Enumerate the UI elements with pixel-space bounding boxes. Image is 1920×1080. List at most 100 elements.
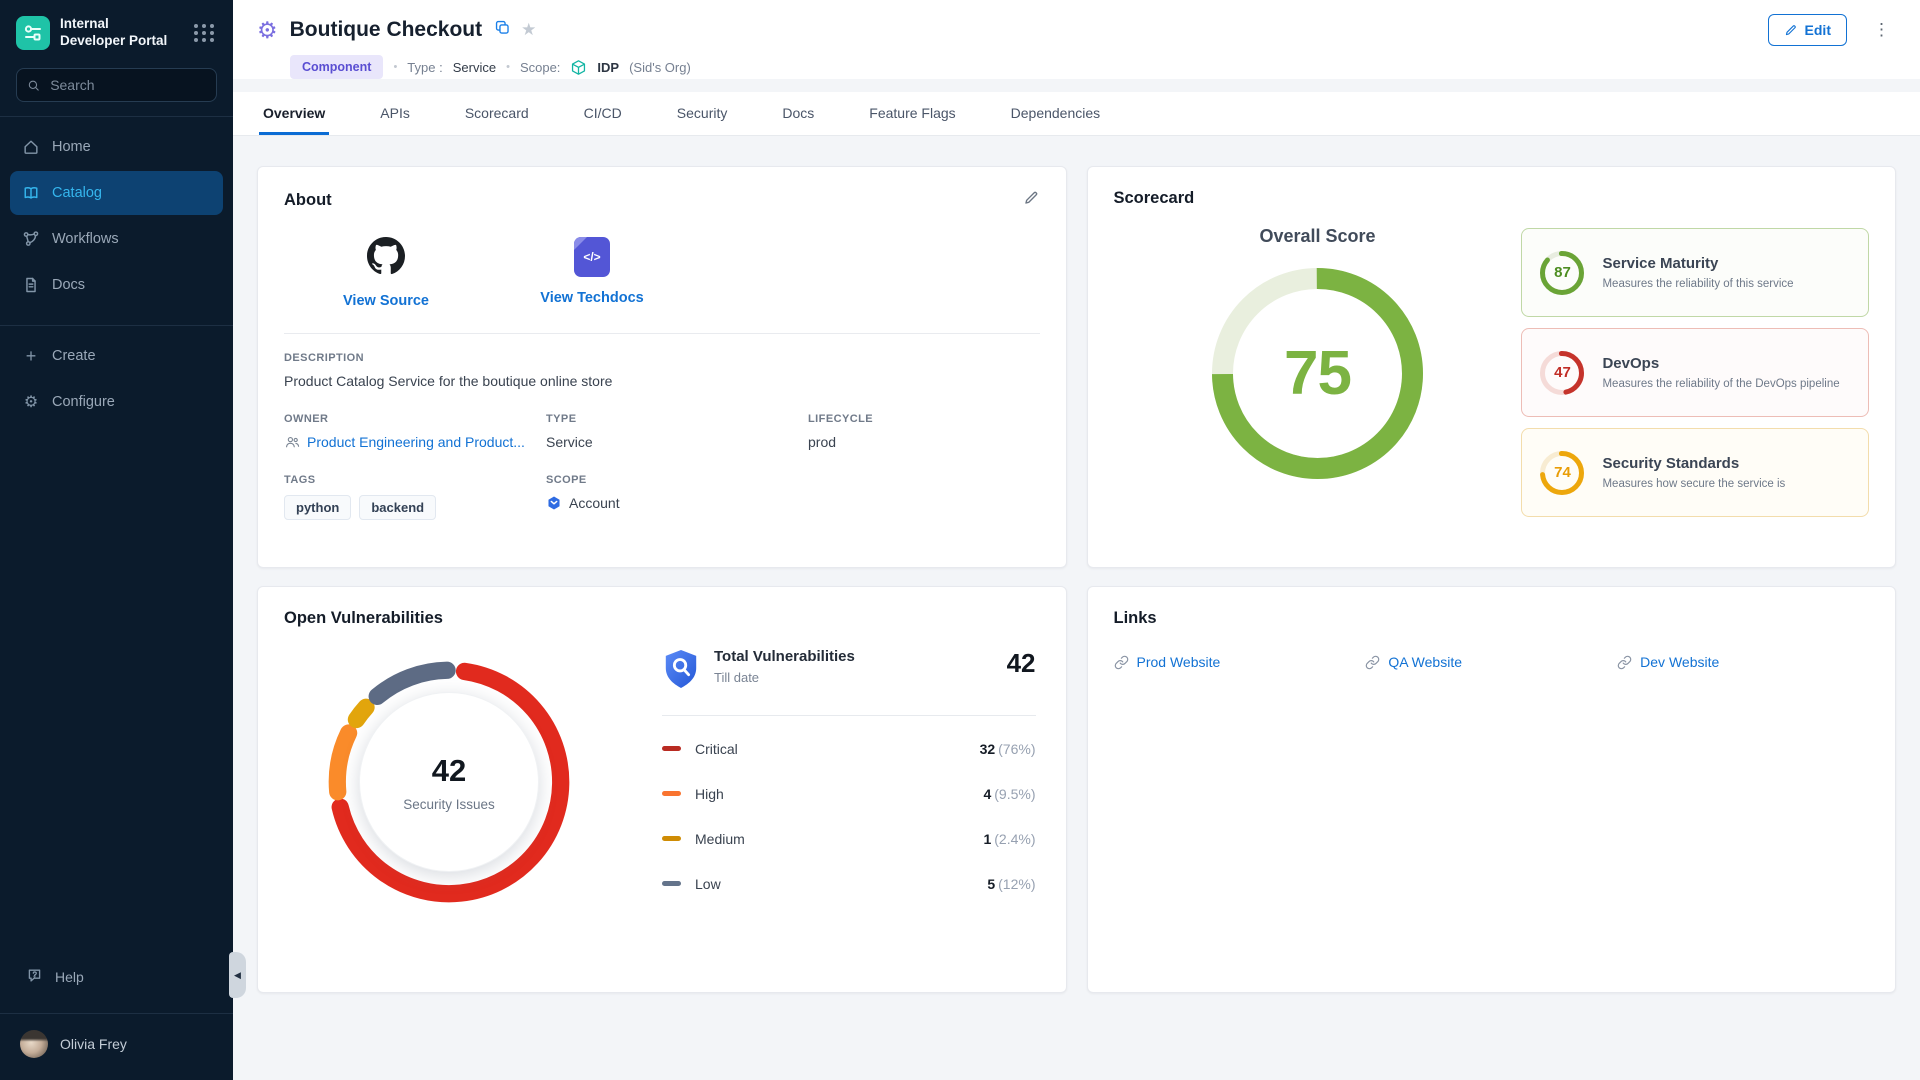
sidebar-item-workflows[interactable]: Workflows (10, 217, 223, 261)
dev-website-link[interactable]: Dev Website (1640, 654, 1719, 670)
scope-field: SCOPE Account (546, 474, 808, 520)
edit-about-icon[interactable] (1023, 189, 1040, 211)
tab-overview[interactable]: Overview (259, 92, 329, 135)
lifecycle-field: LIFECYCLE prod (808, 413, 1040, 450)
view-source-link[interactable]: View Source (343, 293, 429, 309)
search-icon (27, 78, 40, 93)
tab-cicd[interactable]: CI/CD (580, 92, 626, 135)
severity-count: 4 (983, 786, 991, 802)
check-ring: 47 (1538, 349, 1586, 397)
tab-dependencies[interactable]: Dependencies (1007, 92, 1105, 135)
favorite-star-icon[interactable]: ★ (521, 20, 536, 40)
type-label: Type : (407, 60, 442, 75)
home-icon (22, 138, 40, 156)
severity-pct: (12%) (998, 876, 1035, 892)
total-vulnerabilities-title: Total Vulnerabilities (714, 648, 855, 665)
check-name: DevOps (1602, 355, 1839, 372)
sidebar-item-configure[interactable]: ⚙ Configure (10, 380, 223, 424)
copy-icon[interactable] (494, 19, 511, 41)
severity-row-high: High 4(9.5%) (662, 771, 1036, 816)
brand-name: Internal Developer Portal (60, 16, 167, 50)
check-score: 74 (1538, 449, 1586, 497)
sidebar-item-catalog[interactable]: Catalog (10, 171, 223, 215)
view-techdocs-link[interactable]: View Techdocs (540, 290, 643, 306)
tab-bar: Overview APIs Scorecard CI/CD Security D… (233, 92, 1920, 136)
plus-icon: + (22, 347, 40, 365)
sidebar-item-label: Docs (52, 277, 85, 293)
vulnerabilities-donut: 42 Security Issues (284, 650, 614, 914)
component-gear-icon: ⚙ (257, 19, 278, 42)
link-item-prod[interactable]: Prod Website (1114, 654, 1366, 670)
scope-org: (Sid's Org) (629, 60, 691, 75)
app-grid-icon[interactable] (190, 20, 219, 46)
donut-segment-high (337, 733, 348, 792)
severity-row-critical: Critical 32(76%) (662, 726, 1036, 771)
search-input[interactable] (48, 76, 206, 94)
sidebar-item-home[interactable]: Home (10, 125, 223, 169)
scope-value: IDP (597, 60, 619, 75)
links-card: Links Prod Website (1087, 586, 1897, 993)
severity-count: 32 (980, 741, 996, 757)
docs-icon (22, 276, 40, 294)
lifecycle-label: LIFECYCLE (808, 413, 1040, 425)
vulnerabilities-stats: Total Vulnerabilities Till date 42 Criti… (614, 648, 1040, 906)
owner-link[interactable]: Product Engineering and Product... (307, 434, 525, 450)
check-name: Security Standards (1602, 455, 1785, 472)
tab-apis[interactable]: APIs (376, 92, 414, 135)
severity-label: Medium (695, 831, 745, 847)
sidebar-item-create[interactable]: + Create (10, 334, 223, 378)
vulnerabilities-card: Open Vulnerabilities 42 Security Issues (257, 586, 1067, 993)
tab-security[interactable]: Security (673, 92, 732, 135)
tab-feature-flags[interactable]: Feature Flags (865, 92, 959, 135)
tab-docs[interactable]: Docs (778, 92, 818, 135)
user-menu[interactable]: Olivia Frey (0, 1018, 233, 1080)
kebab-menu-icon[interactable]: ⋮ (1867, 18, 1896, 42)
link-item-qa[interactable]: QA Website (1365, 654, 1617, 670)
main-area: ⚙ Boutique Checkout ★ Edit (233, 0, 1920, 1080)
sidebar-search[interactable] (16, 68, 217, 102)
check-desc: Measures how secure the service is (1602, 478, 1785, 490)
type-value: Service (453, 60, 496, 75)
check-score: 87 (1538, 249, 1586, 297)
lifecycle-value: prod (808, 434, 1040, 450)
high-legend-dash (662, 791, 681, 796)
qa-website-link[interactable]: QA Website (1388, 654, 1462, 670)
links-title: Links (1114, 609, 1157, 628)
scorecard-check-service-maturity[interactable]: 87 Service Maturity Measures the reliabi… (1521, 228, 1869, 317)
tab-scorecard[interactable]: Scorecard (461, 92, 533, 135)
link-item-dev[interactable]: Dev Website (1617, 654, 1869, 670)
critical-legend-dash (662, 746, 681, 751)
dot-separator: • (506, 61, 510, 73)
sidebar-item-label: Workflows (52, 231, 119, 247)
view-source-item: View Source (316, 237, 456, 309)
avatar (20, 1030, 48, 1058)
prod-website-link[interactable]: Prod Website (1137, 654, 1221, 670)
sidebar-item-docs[interactable]: Docs (10, 263, 223, 307)
app-root: Internal Developer Portal Home (0, 0, 1920, 1080)
tag-chip: python (284, 495, 351, 520)
brand-logo-icon (16, 16, 50, 50)
description-label: DESCRIPTION (284, 352, 1040, 364)
sidebar-collapse-handle[interactable]: ◀ (229, 952, 246, 998)
about-card: About View Source (257, 166, 1067, 568)
about-divider (284, 333, 1040, 334)
total-vulnerabilities-subtitle: Till date (714, 670, 855, 685)
scorecard-check-devops[interactable]: 47 DevOps Measures the reliability of th… (1521, 328, 1869, 417)
page-header: ⚙ Boutique Checkout ★ Edit (233, 0, 1920, 79)
pencil-icon (1784, 23, 1798, 37)
help-button[interactable]: Help (0, 957, 233, 999)
scorecard-title: Scorecard (1114, 189, 1195, 208)
overall-score-label: Overall Score (1259, 226, 1375, 247)
edit-button[interactable]: Edit (1768, 14, 1847, 46)
scope-field-label: SCOPE (546, 474, 808, 486)
owner-field: OWNER Product Engineering and Pro (284, 413, 546, 450)
total-vulnerabilities-value: 42 (1007, 648, 1036, 679)
overall-score-donut: 75 (1205, 261, 1430, 486)
help-label: Help (55, 969, 84, 985)
scorecard-check-security-standards[interactable]: 74 Security Standards Measures how secur… (1521, 428, 1869, 517)
workflows-icon (22, 230, 40, 248)
tags-field: TAGS python backend (284, 474, 546, 520)
group-icon (284, 434, 300, 450)
gear-icon: ⚙ (22, 393, 40, 411)
severity-pct: (76%) (998, 741, 1035, 757)
